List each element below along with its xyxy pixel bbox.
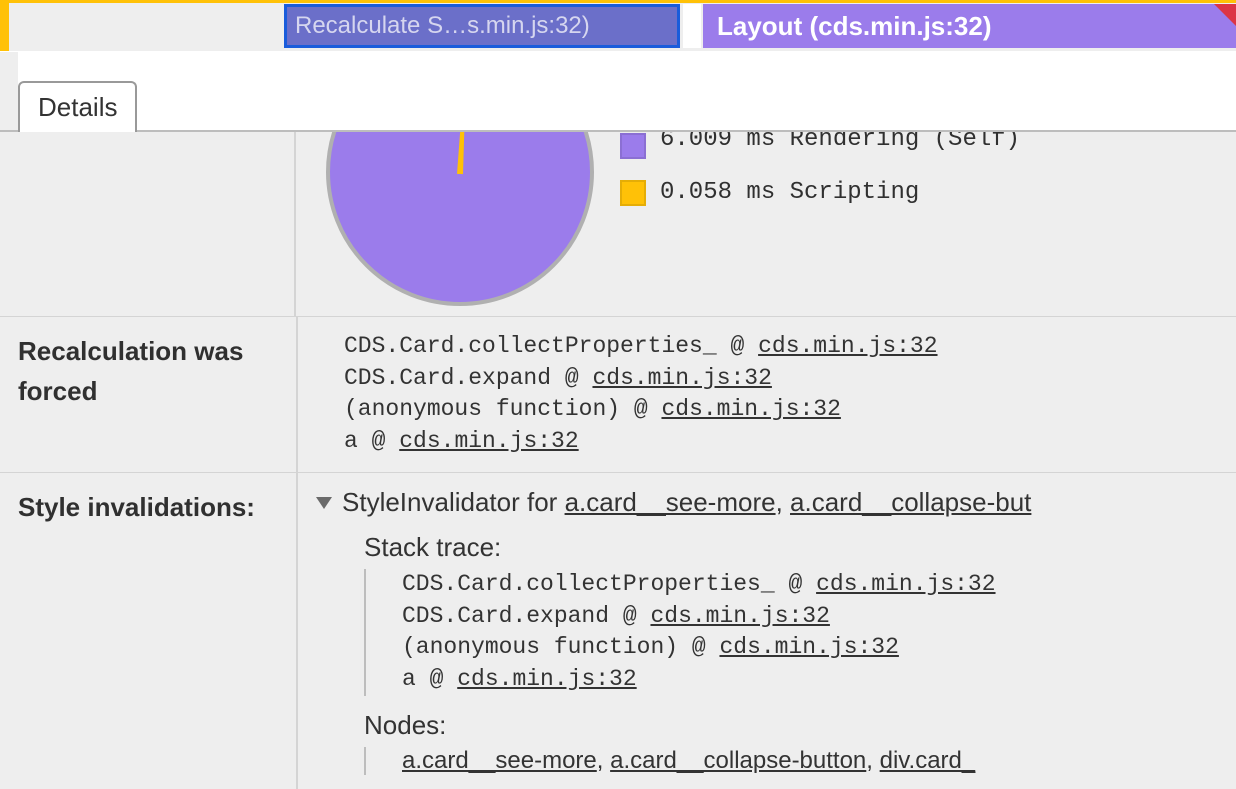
pie-circle [326,132,594,306]
legend-text-scripting: 0.058 ms Scripting [660,179,919,206]
invalidator-selector-link[interactable]: a.card__see-more [565,487,776,517]
stack-fn: CDS.Card.expand [344,365,551,391]
stack-line: CDS.Card.expand @ cds.min.js:32 [344,363,1236,395]
style-invalidations-label: Style invalidations: [0,473,296,789]
stack-fn: CDS.Card.collectProperties_ [344,333,717,359]
stack-fn: (anonymous function) [402,634,678,660]
pie-chart [326,132,594,306]
stack-line: (anonymous function) @ cds.min.js:32 [402,632,1236,664]
stack-line: (anonymous function) @ cds.min.js:32 [344,394,1236,426]
stack-at: @ [620,396,661,422]
time-breakdown-row: 6.009 ms Rendering (Self) 0.058 ms Scrip… [0,132,1236,317]
stack-fn: (anonymous function) [344,396,620,422]
flame-gap [683,4,701,48]
stack-at: @ [551,365,592,391]
stack-src-link[interactable]: cds.min.js:32 [661,396,840,422]
flamegraph-row: Recalculate S…s.min.js:32) Layout (cds.m… [0,0,1236,51]
stack-line: CDS.Card.expand @ cds.min.js:32 [402,601,1236,633]
nodes-label: Nodes: [364,710,1236,741]
tab-bar-gutter [0,52,18,130]
node-selector-link[interactable]: a.card__collapse-button [610,747,866,774]
stack-trace-block: CDS.Card.collectProperties_ @ cds.min.js… [364,569,1236,696]
stack-fn: a [402,666,416,692]
legend-item-rendering: 6.009 ms Rendering (Self) [620,132,1020,159]
details-tab-bar: Details [0,51,1236,132]
stack-src-link[interactable]: cds.min.js:32 [650,603,829,629]
stack-fn: a [344,428,358,454]
style-invalidations-row: Style invalidations: StyleInvalidator fo… [0,473,1236,789]
stack-line: CDS.Card.collectProperties_ @ cds.min.js… [402,569,1236,601]
recalculation-forced-row: Recalculation was forced CDS.Card.collec… [0,317,1236,473]
nodes-block: a.card__see-more, a.card__collapse-butto… [364,747,1236,775]
stack-src-link[interactable]: cds.min.js:32 [719,634,898,660]
stack-at: @ [775,571,816,597]
sep: , [866,747,879,774]
invalidator-selector-link[interactable]: a.card__collapse-but [790,487,1031,517]
node-selector-link[interactable]: div.card_ [880,747,976,774]
style-invalidator-header[interactable]: StyleInvalidator for a.card__see-more, a… [316,487,1236,518]
stack-src-link[interactable]: cds.min.js:32 [758,333,937,359]
sep: , [776,487,790,517]
legend-text-rendering: 6.009 ms Rendering (Self) [660,132,1020,153]
flame-fragment-left[interactable] [0,3,9,51]
recalculation-forced-label: Recalculation was forced [0,317,296,472]
legend-swatch-rendering [620,133,646,159]
stack-src-link[interactable]: cds.min.js:32 [399,428,578,454]
legend-item-scripting: 0.058 ms Scripting [620,179,1020,206]
stack-line: CDS.Card.collectProperties_ @ cds.min.js… [344,331,1236,363]
stack-at: @ [717,333,758,359]
flame-layout[interactable]: Layout (cds.min.js:32) [703,4,1236,48]
time-breakdown-value-cell: 6.009 ms Rendering (Self) 0.058 ms Scrip… [296,132,1236,316]
pie-slice-scripting [457,132,470,174]
stack-src-link[interactable]: cds.min.js:32 [816,571,995,597]
invalidator-prefix: StyleInvalidator for [342,487,565,517]
flame-recalculate-style[interactable]: Recalculate S…s.min.js:32) [284,4,680,48]
stack-trace-label: Stack trace: [364,532,1236,563]
stack-src-link[interactable]: cds.min.js:32 [592,365,771,391]
tab-details[interactable]: Details [18,81,137,132]
pie-legend: 6.009 ms Rendering (Self) 0.058 ms Scrip… [620,132,1020,226]
stack-at: @ [416,666,457,692]
sep: , [597,747,610,774]
stack-at: @ [678,634,719,660]
recalculation-forced-value: CDS.Card.collectProperties_ @ cds.min.js… [296,317,1236,472]
time-breakdown-label-cell [0,132,296,316]
stack-fn: CDS.Card.expand [402,603,609,629]
stack-at: @ [358,428,399,454]
style-invalidations-value: StyleInvalidator for a.card__see-more, a… [296,473,1236,789]
legend-swatch-scripting [620,180,646,206]
disclosure-triangle-icon[interactable] [316,497,332,509]
node-selector-link[interactable]: a.card__see-more [402,747,597,774]
stack-line: a @ cds.min.js:32 [344,426,1236,458]
stack-src-link[interactable]: cds.min.js:32 [457,666,636,692]
stack-fn: CDS.Card.collectProperties_ [402,571,775,597]
stack-at: @ [609,603,650,629]
stack-line: a @ cds.min.js:32 [402,664,1236,696]
